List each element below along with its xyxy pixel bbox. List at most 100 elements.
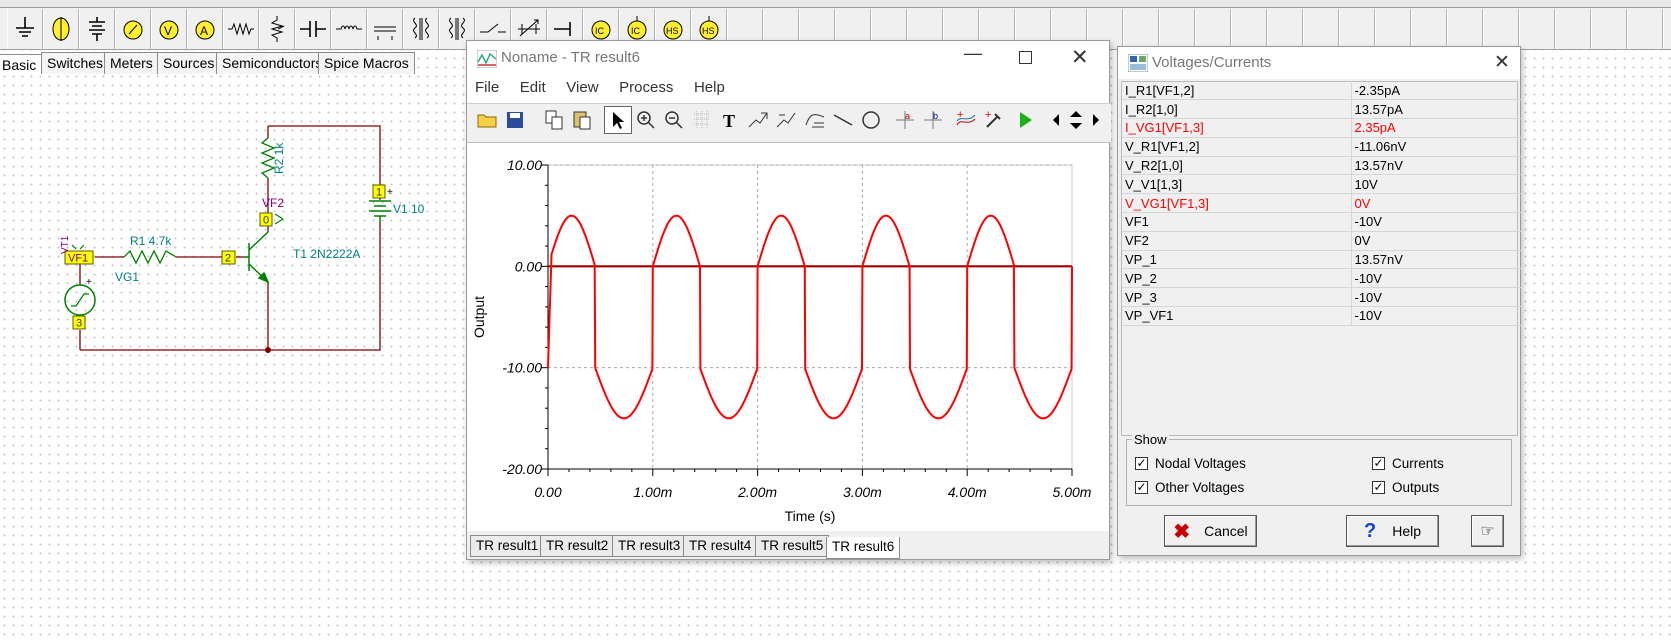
vc-row[interactable]: I_R2[1,0] 13.57pA: [1122, 99, 1522, 120]
tr-tab-1[interactable]: TR result1: [470, 535, 545, 557]
vc-row[interactable]: VP_3 -10V: [1122, 287, 1522, 308]
toolbar-cell: [1663, 9, 1671, 49]
checkbox-other-voltages[interactable]: ✓: [1135, 481, 1148, 494]
help-button[interactable]: ? Help: [1346, 515, 1439, 547]
text-icon[interactable]: T: [717, 106, 745, 134]
potentiometer-icon[interactable]: [259, 10, 295, 48]
marker-b-icon[interactable]: b: [919, 106, 947, 134]
tr-tab-5[interactable]: TR result5: [755, 535, 830, 557]
tr-tab-6[interactable]: TR result6: [826, 537, 901, 559]
paste-icon[interactable]: [568, 106, 596, 134]
resistor-r1[interactable]: [123, 249, 177, 265]
probe-icon[interactable]: +: [980, 106, 1008, 134]
copy-icon[interactable]: [540, 106, 568, 134]
svg-text:V: V: [164, 24, 172, 38]
zoom-in-icon[interactable]: [632, 106, 660, 134]
vc-row-value: 13.57nV: [1350, 156, 1522, 176]
voltage-source-icon[interactable]: [43, 10, 79, 48]
tab-switches[interactable]: Switches: [41, 52, 110, 74]
transistor-t1[interactable]: [244, 231, 270, 284]
tab-basic[interactable]: Basic: [0, 54, 43, 74]
toolbar-cell: [1159, 9, 1195, 49]
show-group: [1126, 439, 1512, 506]
resistor-icon[interactable]: [223, 10, 259, 48]
vc-row-name: V_VG1[VF1,3]: [1122, 193, 1351, 214]
marker-a-icon[interactable]: a: [891, 106, 919, 134]
output-chart[interactable]: 0.00 1.00m 2.00m 3.00m 4.00m 5.00m 10.00 0.00 -1…: [466, 145, 1110, 530]
waveform-icon[interactable]: +: [952, 106, 980, 134]
capacitor-icon[interactable]: [295, 10, 331, 48]
checkbox-outputs[interactable]: ✓: [1372, 481, 1385, 494]
menu-view[interactable]: View: [566, 79, 598, 96]
vc-row[interactable]: VP_VF1 -10V: [1122, 306, 1522, 326]
menu-process[interactable]: Process: [619, 79, 673, 96]
battery-v1[interactable]: [369, 195, 391, 222]
vc-row[interactable]: VP_2 -10V: [1122, 268, 1522, 289]
checkbox-nodal-voltages[interactable]: ✓: [1135, 457, 1148, 470]
svg-text:T: T: [723, 111, 735, 131]
checkbox-currents[interactable]: ✓: [1372, 457, 1385, 470]
tab-meters[interactable]: Meters: [104, 52, 159, 74]
toolbar-cell: [1555, 9, 1591, 49]
cursor-a-icon[interactable]: [744, 106, 772, 134]
cursor-b-icon[interactable]: [772, 106, 800, 134]
tab-sources[interactable]: Sources: [157, 52, 221, 74]
schematic-canvas[interactable]: VF1 2 0 1 3 R1 4.7k R2 1k V1 10 VG1 T1 2…: [0, 80, 470, 380]
ammeter-icon[interactable]: A: [187, 10, 223, 48]
vc-row[interactable]: VF2 0V: [1122, 231, 1522, 251]
checkbox-label: Outputs: [1392, 480, 1440, 495]
toolbar-cell: [1231, 9, 1267, 49]
vc-row[interactable]: V_V1[1,3] 10V: [1122, 174, 1522, 195]
minimize-icon[interactable]: —: [964, 43, 982, 64]
line-icon[interactable]: [829, 106, 857, 134]
signal-source-vg1[interactable]: [64, 284, 96, 316]
ground-icon[interactable]: [7, 10, 43, 48]
run-icon[interactable]: [1011, 106, 1039, 134]
vc-row[interactable]: I_VG1[VF1,3] 2.35pA: [1122, 118, 1522, 138]
grid-icon[interactable]: [688, 106, 716, 134]
curve-icon[interactable]: [801, 106, 829, 134]
battery-icon[interactable]: [79, 10, 115, 48]
voltmeter-v-icon[interactable]: V: [151, 10, 187, 48]
vc-row[interactable]: I_R1[VF1,2] -2.35pA: [1122, 81, 1522, 101]
inductor-icon[interactable]: [331, 10, 367, 48]
label-r1: R1 4.7k: [130, 234, 172, 248]
vc-row[interactable]: V_VG1[VF1,3] 0V: [1122, 193, 1522, 214]
checkbox-label: Nodal Voltages: [1155, 456, 1246, 471]
circle-icon[interactable]: [857, 106, 885, 134]
tr-titlebar[interactable]: Noname - TR result6 — ✕: [467, 41, 1109, 77]
label-vf2: VF2: [262, 196, 284, 210]
vc-row[interactable]: V_R1[VF1,2] -11.06nV: [1122, 137, 1522, 157]
close-icon[interactable]: ✕: [1071, 45, 1089, 70]
cancel-button[interactable]: ✖ Cancel: [1164, 515, 1257, 547]
tab-spice-macros[interactable]: Spice Macros: [318, 52, 415, 74]
voltmeter-icon[interactable]: [115, 10, 151, 48]
tab-semiconductors[interactable]: Semiconductors: [216, 52, 329, 74]
save-icon[interactable]: [501, 106, 529, 134]
pointer-icon[interactable]: [604, 106, 632, 134]
toolbar-cell: [1411, 9, 1447, 49]
tr-tab-2[interactable]: TR result2: [540, 535, 615, 557]
svg-text:+: +: [957, 109, 963, 121]
maximize-icon[interactable]: [1019, 51, 1032, 64]
vc-titlebar[interactable]: Voltages/Currents ✕: [1118, 47, 1520, 79]
vc-row[interactable]: VF1 -10V: [1122, 212, 1522, 232]
menu-edit[interactable]: Edit: [520, 79, 546, 96]
pointer-hand-button[interactable]: ☞: [1471, 515, 1504, 547]
toolbar-cell: [1483, 9, 1519, 49]
open-icon[interactable]: [473, 106, 501, 134]
tr-tab-4[interactable]: TR result4: [683, 535, 758, 557]
vc-close-icon[interactable]: ✕: [1494, 51, 1510, 74]
vc-table[interactable]: I_R1[VF1,2] -2.35pA I_R2[1,0] 13.57pA I_VG1[…: [1122, 81, 1522, 326]
menu-help[interactable]: Help: [694, 79, 725, 96]
coupled-inductor-icon[interactable]: [403, 10, 439, 48]
vc-row[interactable]: VP_1 13.57nV: [1122, 250, 1522, 270]
tr-window-title: Noname - TR result6: [501, 49, 640, 66]
cancel-x-icon: ✖: [1173, 520, 1191, 543]
scroll-right-icon[interactable]: [1082, 106, 1110, 134]
vc-row[interactable]: V_R2[1,0] 13.57nV: [1122, 156, 1522, 176]
transformer-icon[interactable]: [367, 10, 403, 48]
menu-file[interactable]: File: [475, 79, 499, 96]
zoom-out-icon[interactable]: [660, 106, 688, 134]
tr-tab-3[interactable]: TR result3: [612, 535, 687, 557]
